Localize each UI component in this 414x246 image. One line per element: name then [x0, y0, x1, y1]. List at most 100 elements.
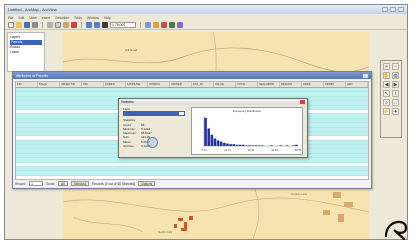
close-button[interactable] [398, 7, 404, 12]
pan-icon[interactable]: ✋ [383, 72, 390, 79]
column-header[interactable]: REGION [280, 82, 302, 87]
column-header[interactable]: TAX_ID [192, 82, 214, 87]
column-header[interactable]: OBJECTID [60, 82, 82, 87]
redo-icon[interactable] [94, 22, 100, 28]
toolbar-divider [81, 22, 82, 28]
menu-selection[interactable]: Selection [55, 16, 69, 20]
chart-bar [223, 142, 226, 146]
pan-icon[interactable] [161, 22, 167, 28]
print-icon[interactable] [32, 22, 38, 28]
paste-icon[interactable] [63, 22, 69, 28]
toc-item[interactable]: Lakes [10, 50, 42, 55]
column-header[interactable]: LEN [346, 82, 368, 87]
chart-bar [210, 134, 214, 146]
field-dropdown[interactable] [123, 111, 185, 117]
chart-bar [260, 145, 264, 146]
zoom-out-icon[interactable] [153, 22, 159, 28]
maximize-button[interactable] [390, 7, 396, 12]
find-icon[interactable]: ⌕ [383, 99, 390, 106]
info-icon[interactable]: i [392, 90, 399, 97]
scale-input[interactable]: 1:78,000 [110, 22, 136, 28]
delete-icon[interactable] [71, 22, 77, 28]
globe-icon[interactable]: ◍ [392, 72, 399, 79]
back-icon[interactable]: ◀ [383, 81, 390, 88]
column-header[interactable]: NEIGHBOR [258, 82, 280, 87]
window-controls [382, 7, 404, 12]
menu-help[interactable]: Help [104, 16, 111, 20]
column-header[interactable]: Shape [38, 82, 60, 87]
minimize-button[interactable] [382, 7, 388, 12]
identify-icon[interactable] [177, 22, 183, 28]
column-header[interactable]: VALUE [214, 82, 236, 87]
chart-bar [235, 144, 239, 146]
tools-toolbar: + − ✋ ◍ ◀ ▶ ↖ i ⌕ ↔ ⚡ ✦ [380, 60, 402, 138]
column-header[interactable]: AREA [302, 82, 324, 87]
title-bar: Untitled - ArcMap - ArcView [5, 5, 407, 14]
add-data-icon[interactable] [102, 22, 108, 28]
chart-bar [251, 145, 254, 146]
table-of-contents: Layers Parcels Roads Lakes [7, 32, 45, 72]
column-header[interactable]: ACRES [104, 82, 126, 87]
close-button[interactable] [300, 100, 305, 104]
save-icon[interactable] [24, 22, 30, 28]
toolbar-divider [42, 22, 43, 28]
menu-bar: File Edit View Insert Selection Tools Wi… [5, 14, 407, 21]
column-header[interactable]: TOTAL [236, 82, 258, 87]
measure-icon[interactable]: ↔ [392, 99, 399, 106]
chart-bar [229, 144, 232, 146]
table-status-bar: Record: 1 Show: All Selected Records (0 … [15, 180, 369, 187]
chart-bar [257, 145, 261, 146]
parcel-cluster [174, 216, 193, 231]
forward-icon[interactable]: ▶ [392, 81, 399, 88]
zoom-out-icon[interactable]: − [392, 63, 399, 70]
statistics-title: Statistics [121, 100, 134, 104]
chart-bar [254, 145, 257, 146]
column-header[interactable]: PIN [82, 82, 104, 87]
record-input[interactable]: 1 [29, 181, 44, 186]
chart-bar [241, 144, 245, 146]
show-label: Show: [46, 181, 56, 186]
zoom-in-icon[interactable]: + [383, 63, 390, 70]
column-header[interactable]: OWNER [170, 82, 192, 87]
column-header[interactable]: PERIM [324, 82, 346, 87]
flash-icon[interactable]: ✦ [392, 108, 399, 115]
menu-insert[interactable]: Insert [42, 16, 50, 20]
menu-file[interactable]: File [8, 16, 13, 20]
column-header[interactable]: FID [16, 82, 38, 87]
frequency-chart: Frequency Distribution 0.12 14.72 29.33 43.… [191, 107, 303, 155]
chart-bar [207, 128, 210, 146]
close-button[interactable] [363, 73, 368, 78]
menu-window[interactable]: Window [87, 16, 99, 20]
chart-bar [226, 143, 229, 146]
menu-tools[interactable]: Tools [74, 16, 82, 20]
standard-toolbar: 1:78,000 [5, 21, 407, 30]
column-header[interactable]: ZONING [148, 82, 170, 87]
stat-name: Std Dev: [123, 144, 135, 149]
column-header[interactable]: LANDUSE [126, 82, 148, 87]
full-extent-icon[interactable] [169, 22, 175, 28]
cut-icon[interactable] [47, 22, 53, 28]
x-tick-label: 0.12 [201, 148, 207, 152]
x-tick-label: 14.72 [224, 148, 231, 152]
menu-view[interactable]: View [29, 16, 36, 20]
chart-bar [238, 144, 242, 146]
select-icon[interactable]: ↖ [383, 90, 390, 97]
chart-title: Frequency Distribution [233, 109, 261, 113]
attribute-table-title: Attributes of Parcels [16, 73, 49, 78]
chart-bar [245, 145, 248, 146]
mouse-cursor-highlight [147, 137, 158, 148]
options-button[interactable]: Options [138, 181, 156, 186]
table-row[interactable] [16, 171, 368, 176]
open-icon[interactable] [16, 22, 22, 28]
chart-bar [232, 144, 236, 146]
undo-icon[interactable] [86, 22, 92, 28]
show-selected-button[interactable]: Selected [70, 181, 89, 186]
menu-edit[interactable]: Edit [18, 16, 24, 20]
zoom-in-icon[interactable] [145, 22, 151, 28]
chart-bar [213, 138, 217, 146]
hyperlink-icon[interactable]: ⚡ [383, 108, 390, 115]
new-icon[interactable] [8, 22, 14, 28]
show-all-button[interactable]: All [58, 181, 68, 186]
chart-bar [248, 145, 251, 146]
copy-icon[interactable] [55, 22, 61, 28]
